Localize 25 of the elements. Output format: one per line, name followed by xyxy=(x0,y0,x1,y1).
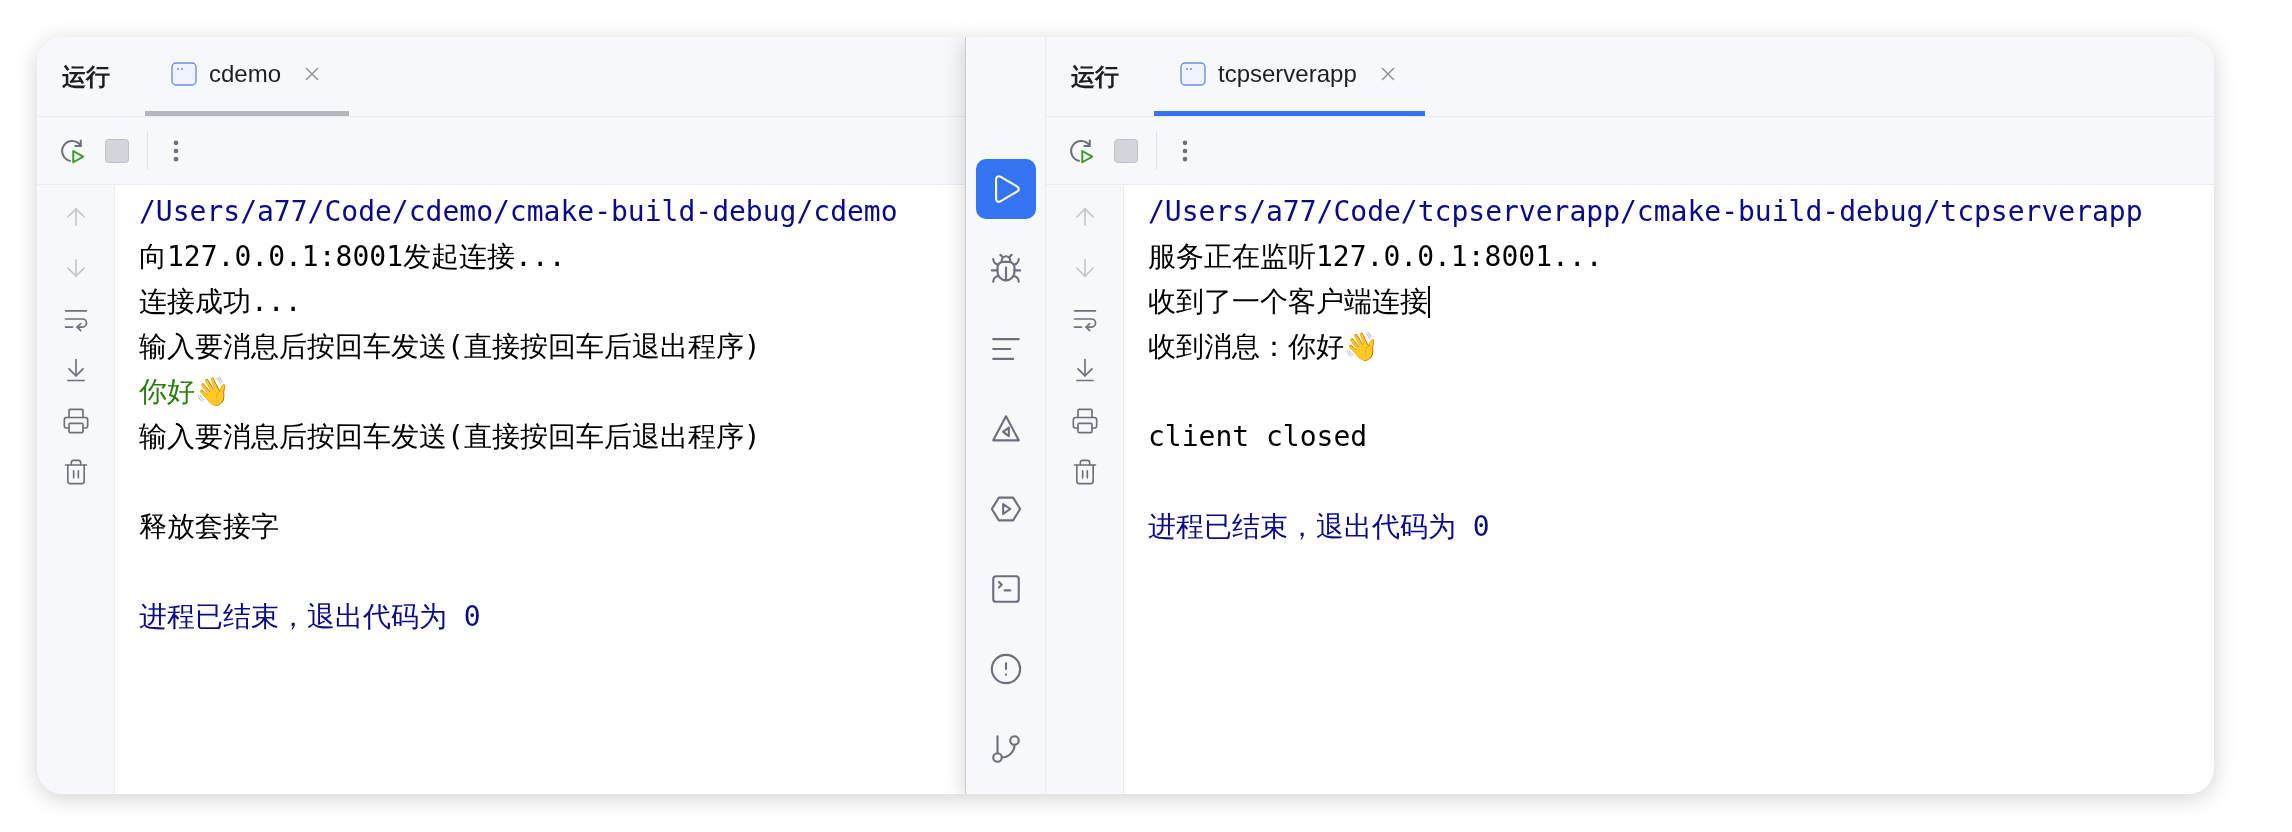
tool-window-button[interactable] xyxy=(975,159,1036,219)
console-line: /Users/a77/Code/tcpserverapp/cmake-build-debug/tcpserverapp xyxy=(1148,194,2143,230)
console-line: 进程已结束，退出代码为 0 xyxy=(139,599,481,635)
run-label: 运行 xyxy=(1071,61,1119,92)
console-line: /Users/a77/Code/cdemo/cmake-build-debug/cdemo xyxy=(139,194,898,230)
console-line: client closed xyxy=(1148,419,1368,455)
alert-icon xyxy=(988,652,1023,686)
console-line: 你好👋 xyxy=(139,374,230,410)
print-icon[interactable] xyxy=(61,407,90,435)
console-line: 进程已结束，退出代码为 0 xyxy=(1148,509,1490,545)
console-line: 输入要消息后按回车发送(直接按回车后退出程序) xyxy=(139,419,761,455)
tab-title: tcpserverapp xyxy=(1218,59,1357,89)
console-line: 服务正在监听127.0.0.1:8001... xyxy=(1148,239,1603,275)
console-line: 连接成功... xyxy=(139,284,302,320)
console-line: 释放套接字 xyxy=(139,509,279,545)
console-line: 输入要消息后按回车发送(直接按回车后退出程序) xyxy=(139,329,761,365)
console-line: 向127.0.0.1:8001发起连接... xyxy=(139,239,566,275)
console-line: 收到消息：你好👋 xyxy=(1148,329,1379,365)
console-line: 收到了一个客户端连接 xyxy=(1148,284,1428,320)
print-icon[interactable] xyxy=(1070,407,1099,435)
tab-title: cdemo xyxy=(209,59,282,89)
bug-icon xyxy=(988,252,1023,286)
window-icon xyxy=(1180,62,1206,86)
window-icon xyxy=(171,62,197,86)
run-label: 运行 xyxy=(62,61,110,92)
